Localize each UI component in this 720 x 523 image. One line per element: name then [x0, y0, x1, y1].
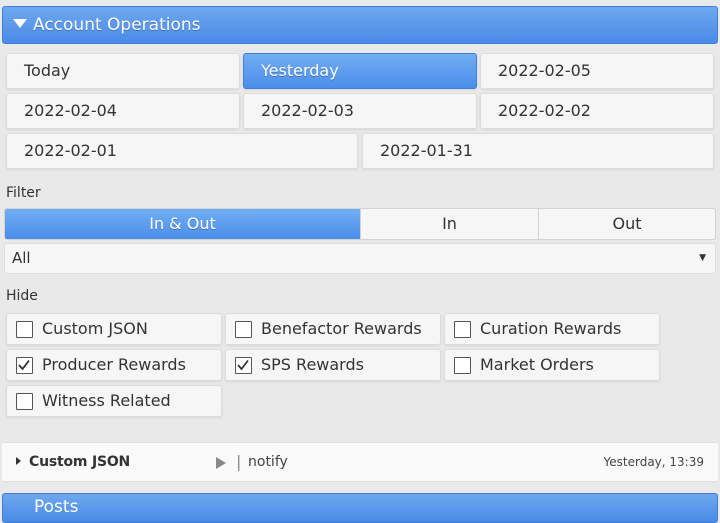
play-icon — [216, 457, 226, 469]
date-button-label: 2022-02-03 — [261, 101, 354, 120]
date-button-2022-02-04[interactable]: 2022-02-04 — [6, 93, 240, 129]
date-button-2022-02-02[interactable]: 2022-02-02 — [480, 93, 714, 129]
date-button-yesterday[interactable]: Yesterday — [243, 53, 477, 89]
panel-title: Account Operations — [33, 15, 201, 35]
checkbox-label: Producer Rewards — [42, 355, 186, 374]
date-button-label: 2022-02-05 — [498, 61, 591, 80]
date-button-2022-02-03[interactable]: 2022-02-03 — [243, 93, 477, 129]
checkbox-label: SPS Rewards — [261, 355, 364, 374]
date-button-2022-01-31[interactable]: 2022-01-31 — [362, 133, 714, 169]
operation-row[interactable]: Custom JSON | notify Yesterday, 13:39 — [2, 442, 718, 482]
dropdown-caret-icon: ▼ — [699, 253, 706, 263]
filter-out[interactable]: Out — [538, 209, 715, 239]
checkbox-icon — [235, 321, 252, 338]
hide-label: Hide — [6, 288, 38, 304]
date-button-label: 2022-01-31 — [380, 141, 473, 160]
select-value: All — [12, 249, 31, 267]
date-button-label: 2022-02-04 — [24, 101, 117, 120]
expand-arrow-icon[interactable] — [16, 457, 21, 465]
date-button-today[interactable]: Today — [6, 53, 240, 89]
checkbox-checked-icon — [16, 357, 33, 374]
filter-in-out[interactable]: In & Out — [5, 209, 360, 239]
checkbox-label: Curation Rewards — [480, 319, 622, 338]
filter-in[interactable]: In — [360, 209, 538, 239]
operation-timestamp: Yesterday, 13:39 — [603, 455, 704, 469]
date-button-2022-02-05[interactable]: 2022-02-05 — [480, 53, 714, 89]
hide-curation-rewards-checkbox[interactable]: Curation Rewards — [444, 313, 660, 345]
date-button-label: 2022-02-02 — [498, 101, 591, 120]
posts-header[interactable]: Posts — [2, 493, 718, 523]
hide-market-orders-checkbox[interactable]: Market Orders — [444, 349, 660, 381]
collapse-triangle-icon — [13, 18, 27, 28]
date-button-label: Today — [24, 61, 71, 80]
checkbox-icon — [454, 357, 471, 374]
checkbox-icon — [16, 321, 33, 338]
checkbox-icon — [16, 393, 33, 410]
operation-type: Custom JSON — [29, 454, 131, 470]
date-button-label: Yesterday — [261, 61, 339, 80]
checkbox-label: Custom JSON — [42, 319, 148, 338]
checkbox-label: Market Orders — [480, 355, 594, 374]
checkbox-icon — [454, 321, 471, 338]
date-button-2022-02-01[interactable]: 2022-02-01 — [6, 133, 358, 169]
checkbox-label: Witness Related — [42, 391, 171, 410]
filter-label: Filter — [6, 185, 41, 201]
divider: | — [236, 452, 242, 471]
operation-id: notify — [248, 454, 288, 470]
date-button-label: 2022-02-01 — [24, 141, 117, 160]
checkbox-label: Benefactor Rewards — [261, 319, 422, 338]
hide-custom-json-checkbox[interactable]: Custom JSON — [6, 313, 222, 345]
hide-benefactor-rewards-checkbox[interactable]: Benefactor Rewards — [225, 313, 441, 345]
hide-sps-rewards-checkbox[interactable]: SPS Rewards — [225, 349, 441, 381]
account-operations-header[interactable]: Account Operations — [2, 6, 718, 44]
hide-producer-rewards-checkbox[interactable]: Producer Rewards — [6, 349, 222, 381]
hide-witness-related-checkbox[interactable]: Witness Related — [6, 385, 222, 417]
panel-title: Posts — [34, 497, 79, 517]
checkbox-checked-icon — [235, 357, 252, 374]
operation-type-select[interactable]: All ▼ — [4, 243, 716, 274]
filter-segmented-control: In & Out In Out — [4, 208, 716, 240]
